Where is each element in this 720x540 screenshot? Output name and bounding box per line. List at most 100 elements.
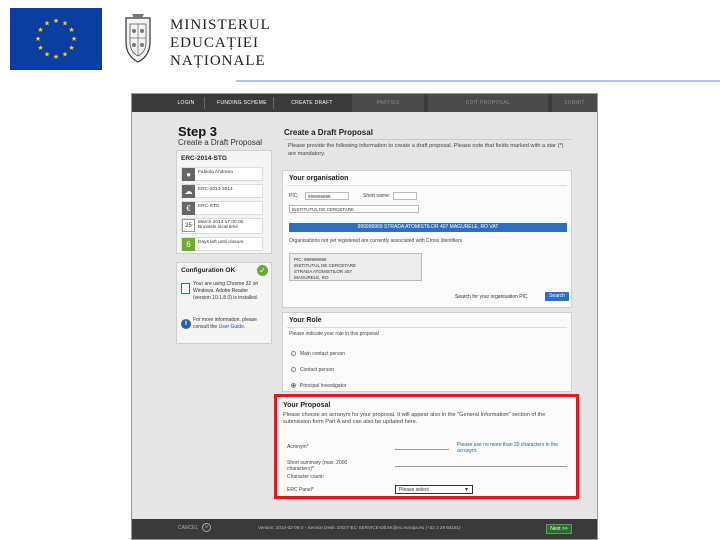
configuration-text: Your are using Chrome 32 on Windows. Ado… [193, 281, 259, 301]
erc-panel-select-value: Please select [399, 487, 429, 493]
address-line: MAGURELE, RO [294, 275, 329, 280]
help-text: For more information, please consult the… [193, 317, 257, 330]
tab-separator [273, 97, 274, 109]
info-icon: i [181, 319, 191, 329]
tab-login[interactable]: LOGIN [172, 94, 200, 112]
svg-text:★: ★ [68, 44, 74, 52]
search-organisation-text: Search for your organisation PIC [455, 294, 528, 300]
svg-text:★: ★ [44, 20, 50, 28]
days-icon: 6 [182, 238, 195, 251]
eu-flag-logo: ★ ★ ★ ★ ★ ★ ★ ★ ★ ★ ★ ★ [10, 8, 102, 70]
chevron-down-icon: ▼ [464, 487, 469, 493]
summary-item: € ERC-STG [181, 201, 263, 215]
tab-submit: SUBMIT [552, 94, 597, 112]
tab-create-draft[interactable]: CREATE DRAFT [284, 94, 340, 112]
svg-text:★: ★ [53, 17, 59, 25]
acronym-label: Acronym* [287, 444, 309, 450]
summary-item-text: ERC-2013-2014 [198, 187, 233, 192]
eu-stars-icon: ★ ★ ★ ★ ★ ★ ★ ★ ★ ★ ★ ★ [10, 8, 102, 70]
summary-item-text: ERC-STG [198, 204, 220, 209]
short-name-input[interactable] [393, 192, 417, 200]
organisation-note: Organisations not yet registered are cur… [289, 238, 463, 244]
ministry-logo-text: MINISTERUL EDUCAȚIEI NAȚIONALE [170, 16, 271, 70]
ministry-line: MINISTERUL [170, 17, 271, 33]
pic-label: PIC: [289, 193, 299, 199]
organisation-panel: Your organisation PIC: 999999999 Short n… [282, 170, 572, 308]
call-summary-panel: ERC-2014-STG ● Fabiola Andreea ☁ ERC-201… [176, 150, 272, 254]
role-option-label: Principal Investigator [300, 383, 347, 389]
call-identifier: ERC-2014-STG [181, 155, 227, 162]
summary-label: Short summary (max. 2000 characters)* [287, 460, 348, 472]
erc-panel-label: ERC Panel* [287, 487, 314, 493]
svg-text:★: ★ [62, 20, 68, 28]
erc-panel-select[interactable]: Please select ▼ [395, 485, 473, 494]
svg-text:★: ★ [71, 35, 77, 43]
tab-funding-scheme[interactable]: FUNDING SCHEME [216, 94, 268, 112]
portal-screenshot: LOGIN FUNDING SCHEME CREATE DRAFT PARTIE… [131, 93, 598, 540]
svg-text:★: ★ [35, 35, 41, 43]
version-text: Version: 2014-02-06-2 - Service Desk: DI… [258, 525, 461, 530]
tab-separator [204, 97, 205, 109]
summary-input[interactable] [395, 466, 567, 467]
summary-item-text: Fabiola Andreea [198, 170, 233, 175]
proposal-header: Your Proposal [283, 402, 331, 409]
organisation-header: Your organisation [289, 175, 349, 182]
page-title: Create a Draft Proposal [284, 128, 373, 137]
person-icon: ● [182, 168, 195, 181]
search-button[interactable]: Search [545, 292, 569, 301]
ministry-line: NAȚIONALE [170, 53, 266, 69]
summary-item-text: Days left until closure [198, 240, 244, 245]
configuration-title: Configuration OK [181, 267, 236, 274]
organisation-result-banner[interactable]: 999999999 STRADA ATOMISTILOR 407 MAGUREL… [289, 223, 567, 232]
wizard-tabs: LOGIN FUNDING SCHEME CREATE DRAFT PARTIE… [132, 94, 597, 112]
summary-item: 25 March 2014 17:00:00 Brussels local ti… [181, 218, 263, 234]
panel-divider [287, 327, 567, 328]
role-option[interactable]: Main contact person [291, 351, 345, 357]
svg-text:★: ★ [68, 26, 74, 34]
configuration-panel: Configuration OK ✓ Your are using Chrome… [176, 262, 272, 344]
coat-of-arms-logo [118, 12, 158, 66]
header-divider [236, 80, 720, 82]
proposal-panel-highlighted: Your Proposal Please choose an acronym f… [274, 394, 579, 499]
next-button[interactable]: Next >> [546, 524, 572, 534]
acronym-input[interactable] [395, 449, 449, 450]
radio-button-selected[interactable] [291, 383, 296, 389]
role-header: Your Role [289, 317, 322, 324]
proposal-intro: Please choose an acronym for your propos… [283, 412, 546, 425]
acronym-note: Please use no more than 20 characters in… [457, 442, 558, 454]
svg-text:★: ★ [37, 44, 43, 52]
intro-text: Please provide the following information… [288, 143, 564, 157]
role-panel: Your Role Please indicate your role in t… [282, 312, 572, 392]
step-title: Step 3 [178, 124, 218, 139]
slide: ★ ★ ★ ★ ★ ★ ★ ★ ★ ★ ★ ★ MINISTERUL EDUCA… [0, 0, 720, 540]
ministry-line: EDUCAȚIEI [170, 35, 259, 51]
euro-icon: € [182, 202, 195, 215]
summary-item: 6 Days left until closure [181, 237, 263, 251]
role-option[interactable]: Principal Investigator [291, 383, 346, 389]
close-icon[interactable]: × [202, 523, 211, 532]
wizard-footer: CANCEL × Version: 2014-02-06-2 - Service… [132, 519, 597, 539]
short-name-label: Short name: [363, 193, 391, 199]
pic-input[interactable]: 999999999 [305, 192, 349, 200]
role-intro: Please indicate your role in this propos… [289, 331, 379, 337]
summary-item: ☁ ERC-2013-2014 [181, 184, 263, 198]
svg-text:★: ★ [53, 53, 59, 61]
cancel-link[interactable]: CANCEL [178, 525, 198, 531]
svg-text:★: ★ [37, 26, 43, 34]
radio-button[interactable] [291, 351, 296, 357]
check-icon: ✓ [257, 265, 268, 276]
step-subtitle: Create a Draft Proposal [178, 138, 263, 147]
role-option-label: Contact person [300, 367, 334, 373]
radio-button[interactable] [291, 367, 296, 373]
panel-divider [287, 185, 567, 186]
legal-name-input[interactable]: INSTITUTUL DE CERCETARE [289, 205, 419, 213]
svg-text:★: ★ [62, 51, 68, 59]
summary-item-text: March 2014 17:00:00 Brussels local time [198, 220, 244, 230]
role-option[interactable]: Contact person [291, 367, 334, 373]
tab-edit-proposal: EDIT PROPOSAL [428, 94, 548, 112]
user-guide-link[interactable]: User Guide [219, 324, 244, 330]
pdf-icon [181, 283, 190, 294]
role-option-label: Main contact person [300, 351, 346, 357]
character-count-label: Character count: [287, 474, 324, 480]
tab-parties: PARTIES [352, 94, 424, 112]
